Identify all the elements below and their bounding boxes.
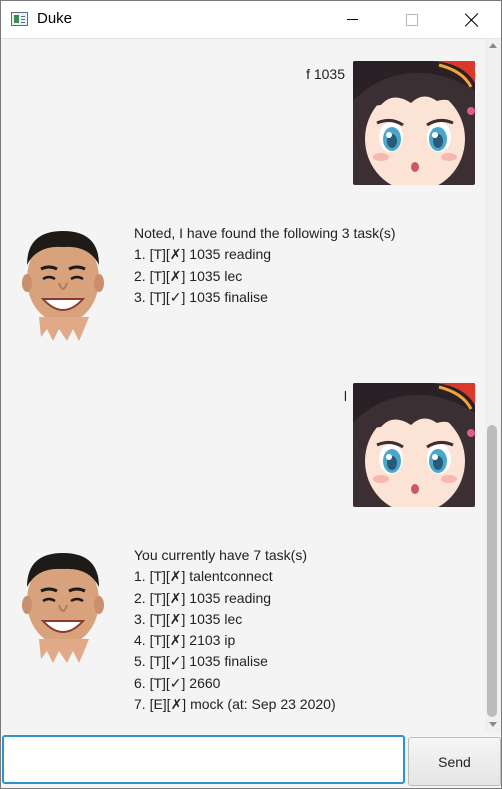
message-input[interactable] [4,737,403,782]
duke-line: 4. [T][✗] 2103 ip [134,632,236,649]
duke-message: Noted, I have found the following 3 task… [1,217,485,347]
maximize-button[interactable] [389,1,435,38]
app-window-icon [11,12,28,26]
user-message-text: l [343,388,347,404]
duke-line: 5. [T][✓] 1035 finalise [134,653,268,670]
title-bar[interactable]: Duke [1,1,501,39]
duke-message-text: Noted, I have found the following 3 task… [134,223,395,308]
user-avatar [353,383,475,507]
duke-line: 7. [E][✗] mock (at: Sep 23 2020) [134,696,336,713]
scroll-down-arrow-icon[interactable] [489,722,497,727]
window-title: Duke [37,10,73,27]
duke-avatar [19,547,107,665]
user-message-text: f 1035 [306,66,345,82]
user-avatar-image [353,383,475,507]
chat-scroll-pane[interactable]: f 1035 Noted, I have found the following… [1,39,485,733]
user-avatar-image [353,61,475,185]
message-input-container[interactable] [2,735,405,784]
minimize-icon [346,19,358,20]
vertical-scrollbar[interactable] [485,39,501,733]
send-button[interactable]: Send [408,737,501,786]
duke-message-text: You currently have 7 task(s) 1. [T][✗] t… [134,545,336,715]
app-window: Duke f 1035 Noted, I have found the foll… [0,0,502,789]
user-message: f 1035 [1,39,485,199]
duke-line: Noted, I have found the following 3 task… [134,225,396,241]
duke-line: 2. [T][✗] 1035 reading [134,589,272,606]
duke-line: 6. [T][✓] 2660 [134,674,221,691]
scroll-up-arrow-icon[interactable] [489,43,497,48]
duke-line: 3. [T][✗] 1035 lec [134,610,243,627]
duke-line: 1. [T][✗] talentconnect [134,568,273,585]
maximize-icon [406,13,418,26]
close-icon [465,13,479,27]
duke-avatar-image [22,553,104,663]
minimize-button[interactable] [329,1,375,38]
scrollbar-thumb[interactable] [487,425,497,717]
duke-message: You currently have 7 task(s) 1. [T][✗] t… [1,539,485,729]
user-avatar [353,61,475,185]
close-button[interactable] [449,1,495,38]
user-message: l [1,361,485,521]
duke-line: You currently have 7 task(s) [134,547,308,563]
duke-line: 1. [T][✗] 1035 reading [134,246,272,263]
duke-avatar [19,225,107,343]
duke-line: 3. [T][✓] 1035 finalise [134,288,268,305]
duke-line: 2. [T][✗] 1035 lec [134,267,243,284]
duke-avatar-image [22,231,104,341]
